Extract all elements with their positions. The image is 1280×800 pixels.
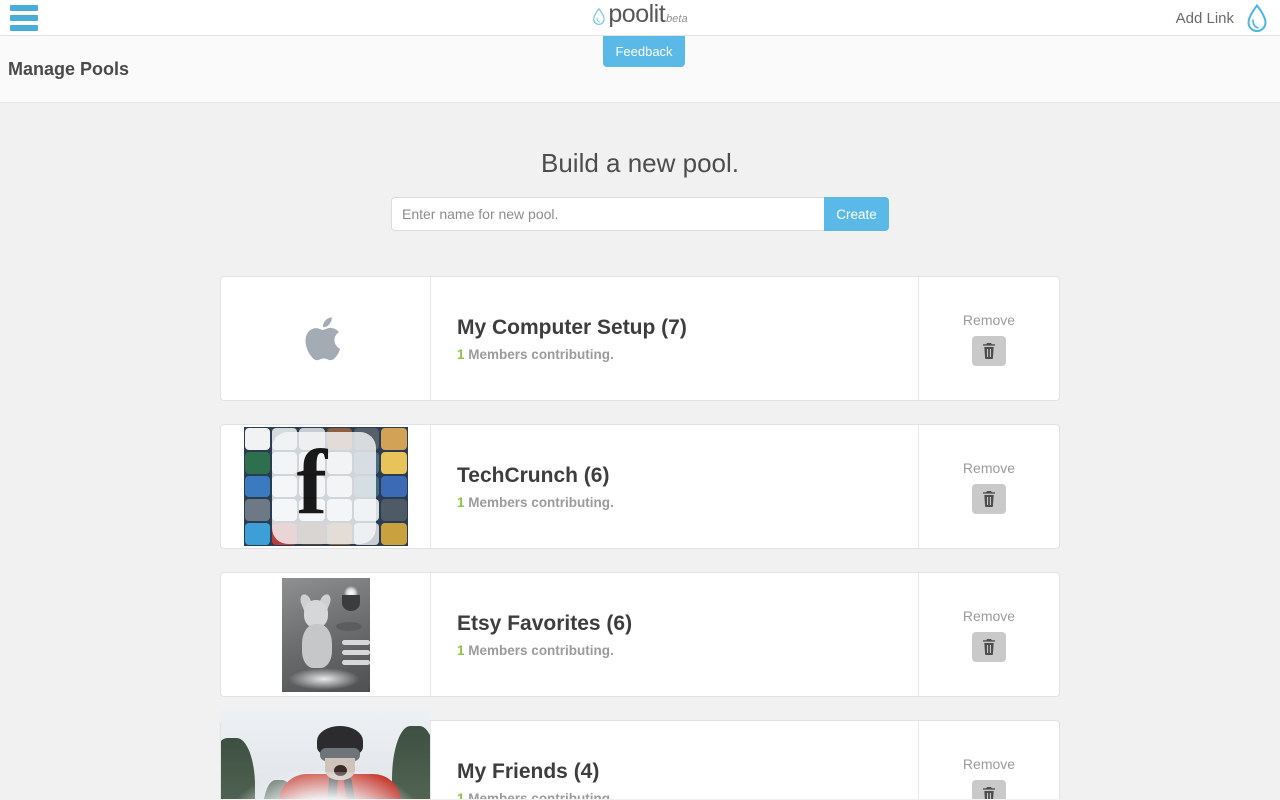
remove-label: Remove bbox=[962, 311, 1016, 328]
pool-thumbnail: f bbox=[221, 425, 431, 548]
facebook-f-glyph: f bbox=[296, 431, 328, 533]
member-count: 1 bbox=[457, 643, 465, 659]
hamburger-bar bbox=[10, 25, 38, 31]
add-link-button[interactable]: Add Link bbox=[1176, 10, 1234, 27]
member-count: 1 bbox=[457, 495, 465, 511]
pool-actions: Remove bbox=[919, 573, 1059, 696]
trash-icon bbox=[983, 490, 995, 507]
figure-body bbox=[301, 623, 332, 668]
hamburger-bar bbox=[10, 5, 38, 11]
pool-title: Etsy Favorites (6) bbox=[457, 611, 633, 635]
remove-label: Remove bbox=[962, 755, 1016, 772]
member-count: 1 bbox=[457, 791, 465, 799]
trash-icon bbox=[983, 638, 995, 655]
pool-card[interactable]: f TechCrunch (6) 1 Members contributing.… bbox=[220, 424, 1060, 549]
page-title: Manage Pools bbox=[8, 58, 130, 79]
remove-pool-button[interactable] bbox=[972, 483, 1006, 514]
pool-info: My Computer Setup (7) 1 Members contribu… bbox=[431, 277, 919, 400]
pool-title: TechCrunch (6) bbox=[457, 463, 610, 487]
pool-thumbnail bbox=[221, 707, 431, 799]
remove-pool-button[interactable] bbox=[972, 631, 1006, 662]
skier-powder-image bbox=[221, 707, 430, 799]
pool-actions: Remove bbox=[919, 277, 1059, 400]
apple-logo-icon bbox=[303, 311, 349, 366]
hamburger-bar bbox=[10, 15, 38, 21]
pool-actions: Remove bbox=[919, 425, 1059, 548]
pool-title: My Friends (4) bbox=[457, 759, 600, 783]
pool-info: TechCrunch (6) 1 Members contributing. bbox=[431, 425, 919, 548]
pool-card[interactable]: Etsy Favorites (6) 1 Members contributin… bbox=[220, 572, 1060, 697]
remove-pool-button[interactable] bbox=[972, 779, 1006, 799]
floor-glow bbox=[287, 667, 360, 690]
trash-icon bbox=[983, 786, 995, 799]
trash-icon bbox=[983, 342, 995, 359]
pool-card[interactable]: My Friends (4) 1 Members contributing. R… bbox=[220, 707, 1060, 799]
pool-thumbnail bbox=[221, 573, 431, 696]
hamburger-menu-icon[interactable] bbox=[10, 5, 38, 31]
lamp-shade bbox=[341, 594, 360, 611]
member-count: 1 bbox=[457, 347, 465, 363]
create-pool-button[interactable]: Create bbox=[824, 197, 889, 231]
remove-label: Remove bbox=[962, 459, 1016, 476]
pool-actions: Remove bbox=[919, 721, 1059, 799]
remove-label: Remove bbox=[962, 607, 1016, 624]
water-drop-icon[interactable] bbox=[1246, 4, 1268, 32]
shelf-object bbox=[335, 621, 362, 631]
wall-bar bbox=[341, 649, 370, 655]
pool-thumbnail bbox=[221, 277, 431, 400]
build-pool-heading: Build a new pool. bbox=[540, 148, 740, 178]
pool-info: My Friends (4) 1 Members contributing. bbox=[431, 721, 919, 799]
pool-members: 1 Members contributing. bbox=[457, 347, 918, 362]
pool-list: My Computer Setup (7) 1 Members contribu… bbox=[0, 276, 1280, 799]
pool-info: Etsy Favorites (6) 1 Members contributin… bbox=[431, 573, 919, 696]
member-label: Members contributing. bbox=[468, 347, 614, 363]
remove-pool-button[interactable] bbox=[972, 335, 1006, 366]
pool-members: 1 Members contributing. bbox=[457, 495, 918, 510]
navbar-right-group: Add Link bbox=[1176, 0, 1268, 36]
brand-logo[interactable]: poolit beta bbox=[592, 0, 688, 28]
wall-bar bbox=[341, 639, 370, 645]
create-pool-form: Create bbox=[391, 197, 889, 231]
pool-title: My Computer Setup (7) bbox=[457, 315, 687, 339]
main-content: Build a new pool. Create My Computer Set… bbox=[0, 103, 1280, 799]
pool-members: 1 Members contributing. bbox=[457, 643, 918, 658]
facebook-app-icons-image: f bbox=[243, 427, 408, 546]
brand-beta-label: beta bbox=[666, 13, 688, 25]
page-subheader: Manage Pools Feedback bbox=[0, 36, 1280, 103]
new-pool-name-input[interactable] bbox=[391, 197, 824, 231]
member-label: Members contributing. bbox=[468, 495, 614, 511]
snow-spray bbox=[221, 771, 430, 799]
member-label: Members contributing. bbox=[468, 643, 614, 659]
pool-card[interactable]: My Computer Setup (7) 1 Members contribu… bbox=[220, 276, 1060, 401]
top-navbar: poolit beta Add Link bbox=[0, 0, 1280, 36]
pool-members: 1 Members contributing. bbox=[457, 791, 918, 799]
wall-bar bbox=[341, 659, 370, 665]
water-drop-icon bbox=[593, 8, 605, 25]
feedback-button[interactable]: Feedback bbox=[603, 36, 685, 67]
brand-name: poolit bbox=[608, 0, 666, 28]
member-label: Members contributing. bbox=[468, 791, 614, 799]
grayscale-artwork-image bbox=[281, 577, 370, 692]
